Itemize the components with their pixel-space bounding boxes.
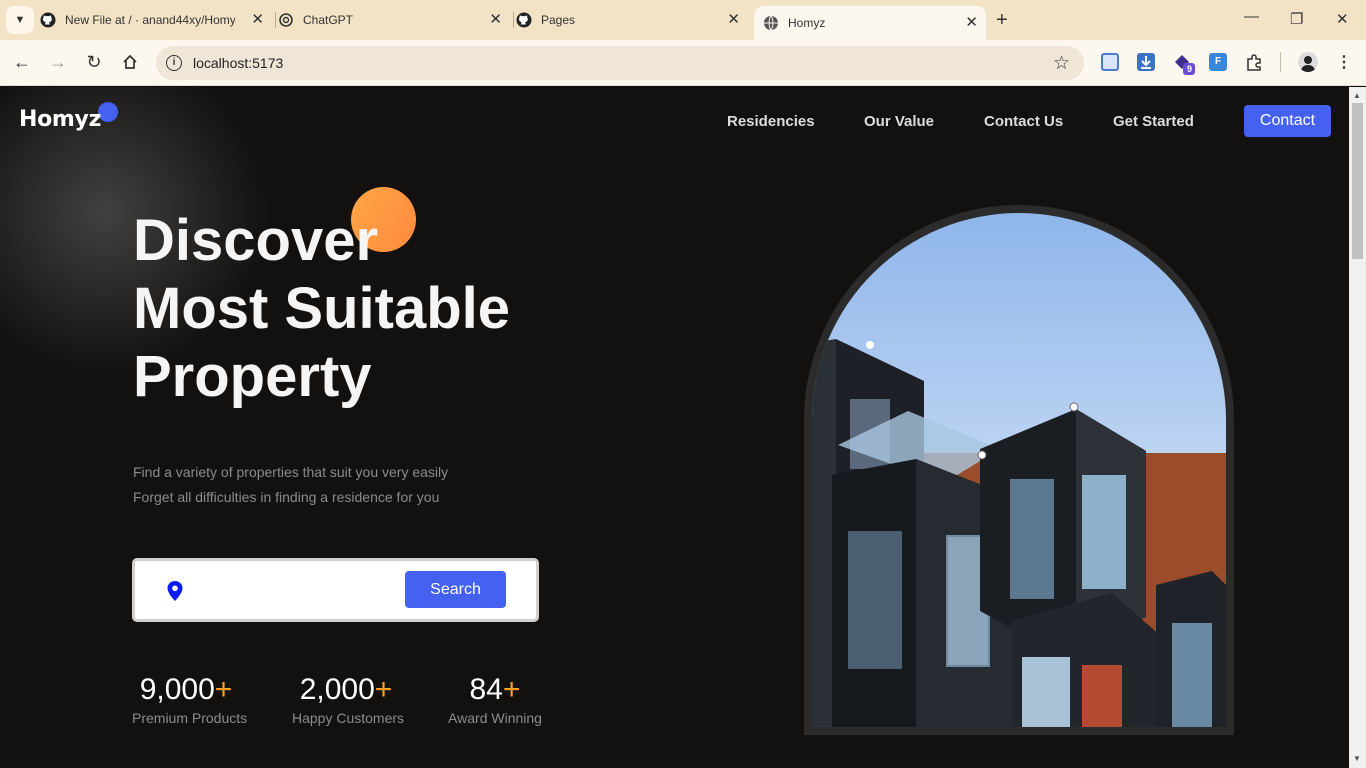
stat-happy-customers: 2,000+ Happy Customers — [292, 673, 405, 726]
tab-close-icon[interactable]: ✕ — [251, 11, 264, 29]
tab-title: ChatGPT — [303, 13, 354, 27]
stat-value: 2,000+ — [292, 673, 400, 707]
logo[interactable]: Homyz — [19, 107, 101, 132]
stat-label: Award Winning — [448, 710, 542, 726]
site-info-icon[interactable]: i — [166, 55, 182, 71]
search-button[interactable]: Search — [405, 571, 506, 608]
window-close-icon[interactable]: ✕ — [1336, 10, 1349, 28]
tab-close-icon[interactable]: ✕ — [965, 14, 978, 32]
hero-title-line: Discover — [133, 208, 379, 273]
hero-title-line: Property — [133, 344, 372, 409]
nav-get-started[interactable]: Get Started — [1113, 113, 1194, 130]
minimize-icon[interactable]: — — [1244, 8, 1259, 25]
browser-tab-bar: ▼ New File at / · anand44xy/Homy ✕ ChatG… — [0, 0, 1366, 40]
back-arrow-icon[interactable]: ← — [12, 52, 32, 72]
new-tab-button[interactable]: + — [996, 9, 1008, 31]
subtitle-line: Find a variety of properties that suit y… — [133, 464, 449, 480]
building-illustration — [812, 213, 1226, 727]
hero-image-frame — [804, 205, 1234, 735]
tab-close-icon[interactable]: ✕ — [489, 11, 502, 29]
stat-label: Happy Customers — [292, 710, 405, 726]
stat-plus: + — [502, 673, 521, 706]
extension-badge-count: 9 — [1187, 64, 1193, 74]
browser-toolbar: ← → ↻ i localhost:5173 ☆ 9 F ⋮ — [0, 40, 1366, 86]
chatgpt-icon — [279, 13, 293, 27]
globe-icon — [764, 15, 778, 31]
tab-title: Homyz — [788, 16, 826, 30]
bookmark-star-icon[interactable]: ☆ — [1053, 52, 1070, 75]
nav-residencies[interactable]: Residencies — [727, 113, 815, 130]
nav-contact-us[interactable]: Contact Us — [984, 113, 1063, 130]
tab-separator — [275, 12, 276, 28]
home-icon[interactable] — [120, 52, 140, 72]
tab-separator — [513, 12, 514, 28]
search-input[interactable] — [195, 574, 401, 606]
address-bar[interactable]: i localhost:5173 ☆ — [156, 46, 1084, 80]
restore-icon[interactable]: ❐ — [1290, 10, 1303, 28]
github-icon — [516, 12, 532, 28]
scrollbar-thumb[interactable] — [1352, 103, 1363, 259]
toolbar-divider — [1280, 52, 1281, 72]
stat-plus: + — [214, 673, 233, 706]
scroll-up-arrow-icon[interactable]: ▲ — [1353, 91, 1361, 100]
extensions-puzzle-icon[interactable] — [1245, 53, 1263, 71]
github-icon — [40, 12, 56, 28]
stat-premium-products: 9,000+ Premium Products — [132, 673, 248, 726]
contact-button[interactable]: Contact — [1244, 105, 1331, 137]
more-menu-icon[interactable]: ⋮ — [1334, 52, 1354, 72]
extension-badge-icon[interactable]: 9 — [1173, 53, 1195, 75]
subtitle-line: Forget all difficulties in finding a res… — [133, 489, 440, 505]
profile-avatar[interactable] — [1298, 52, 1318, 72]
stat-value: 9,000+ — [132, 673, 240, 707]
download-icon[interactable] — [1137, 53, 1155, 71]
tab-pages[interactable]: Pages ✕ — [516, 6, 748, 34]
tab-homyz[interactable]: Homyz ✕ — [754, 6, 986, 40]
homyz-page: Homyz Residencies Our Value Contact Us G… — [0, 87, 1349, 768]
stat-value: 84+ — [448, 673, 542, 707]
scroll-down-arrow-icon[interactable]: ▼ — [1353, 754, 1361, 763]
stat-number: 84 — [469, 673, 503, 706]
tab-title: New File at / · anand44xy/Homy — [65, 13, 235, 27]
extension-fi-icon[interactable]: F — [1209, 53, 1227, 71]
url-text: localhost:5173 — [193, 55, 284, 71]
tab-github-file[interactable]: New File at / · anand44xy/Homy ✕ — [40, 6, 272, 34]
tab-close-icon[interactable]: ✕ — [727, 11, 740, 29]
search-bar: Search — [132, 558, 539, 622]
tab-chatgpt[interactable]: ChatGPT ✕ — [278, 6, 510, 34]
tab-search-button[interactable]: ▼ — [6, 6, 34, 34]
hero-title-line: Most Suitable — [133, 276, 511, 341]
stat-award-winning: 84+ Award Winning — [448, 673, 542, 726]
forward-arrow-icon[interactable]: → — [48, 52, 68, 72]
nav-our-value[interactable]: Our Value — [864, 113, 934, 130]
chevron-down-icon: ▼ — [14, 14, 26, 26]
hero-title: Discover Most Suitable Property — [133, 207, 510, 411]
stat-plus: + — [374, 673, 393, 706]
hero-subtitle: Find a variety of properties that suit y… — [133, 460, 448, 510]
page-scrollbar[interactable]: ▲ ▼ — [1349, 87, 1366, 768]
location-pin-icon — [167, 581, 183, 601]
stat-number: 9,000 — [139, 673, 215, 706]
stat-label: Premium Products — [132, 710, 248, 726]
reload-icon[interactable]: ↻ — [84, 52, 104, 72]
stat-number: 2,000 — [299, 673, 375, 706]
tab-title: Pages — [541, 13, 576, 27]
extension-document-icon[interactable] — [1101, 53, 1119, 71]
